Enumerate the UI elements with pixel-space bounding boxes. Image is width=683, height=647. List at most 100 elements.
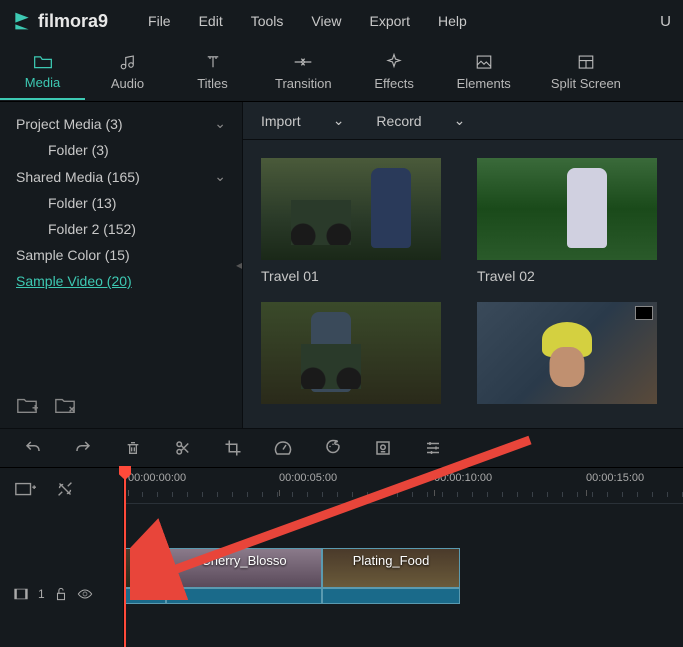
app-logo: filmora9 xyxy=(12,11,108,32)
record-label: Record xyxy=(376,113,421,129)
thumbnail xyxy=(261,302,441,404)
audio-clip-2[interactable] xyxy=(166,588,322,604)
tree-shared-media[interactable]: Shared Media (165) ⌄ xyxy=(0,163,242,190)
color-icon[interactable] xyxy=(324,439,342,457)
music-note-icon xyxy=(118,52,138,72)
ruler-tick: 00:00:10:00 xyxy=(434,472,492,484)
tab-media[interactable]: Media xyxy=(0,43,85,100)
ruler-tick: 00:00:00:00 xyxy=(128,472,186,484)
tree-label: Sample Color (15) xyxy=(16,247,130,263)
tab-elements[interactable]: Elements xyxy=(437,44,531,99)
tree-folder2-152[interactable]: Folder 2 (152) xyxy=(0,216,242,242)
tree-folder-3[interactable]: Folder (3) xyxy=(0,137,242,163)
playhead[interactable] xyxy=(124,468,126,647)
speed-icon[interactable] xyxy=(274,439,292,457)
media-label: Travel 02 xyxy=(477,268,665,284)
user-initial[interactable]: U xyxy=(660,13,671,30)
collapse-handle-icon[interactable]: ◂ xyxy=(236,258,242,272)
tab-splitscreen[interactable]: Split Screen xyxy=(531,44,641,99)
tab-splitscreen-label: Split Screen xyxy=(551,76,621,91)
menu-tools[interactable]: Tools xyxy=(239,7,296,35)
thumbnail xyxy=(477,158,657,260)
audio-clip-1[interactable] xyxy=(124,588,166,604)
thumbnail xyxy=(261,158,441,260)
lock-icon[interactable] xyxy=(55,587,67,601)
splitscreen-icon xyxy=(576,52,596,72)
tree-sample-video[interactable]: Sample Video (20) xyxy=(0,268,242,294)
add-track-icon[interactable] xyxy=(14,478,36,500)
delete-folder-icon[interactable] xyxy=(54,394,76,416)
text-icon xyxy=(203,52,223,72)
chevron-down-icon: ⌄ xyxy=(454,112,466,129)
tree-folder-13[interactable]: Folder (13) xyxy=(0,190,242,216)
menu-help[interactable]: Help xyxy=(426,7,479,35)
delete-icon[interactable] xyxy=(124,439,142,457)
image-icon xyxy=(474,52,494,72)
tree-label: Folder (3) xyxy=(48,142,109,158)
menu-view[interactable]: View xyxy=(299,7,353,35)
filmstrip-icon xyxy=(14,588,28,600)
tab-audio[interactable]: Audio xyxy=(85,44,170,99)
menu-file[interactable]: File xyxy=(136,7,183,35)
crop-icon[interactable] xyxy=(224,439,242,457)
track-number: 1 xyxy=(38,587,45,601)
tab-effects-label: Effects xyxy=(374,76,414,91)
chevron-down-icon: ⌄ xyxy=(214,115,226,132)
time-ruler[interactable]: 00:00:00:00 00:00:05:00 00:00:10:00 00:0… xyxy=(124,468,683,504)
media-item-3[interactable] xyxy=(261,302,449,412)
thumbnail xyxy=(477,302,657,404)
undo-icon[interactable] xyxy=(24,439,42,457)
tree-label: Folder 2 (152) xyxy=(48,221,136,237)
tab-titles[interactable]: Titles xyxy=(170,44,255,99)
audio-clip-3[interactable] xyxy=(322,588,460,604)
tab-media-label: Media xyxy=(25,75,60,90)
tree-project-media[interactable]: Project Media (3) ⌄ xyxy=(0,110,242,137)
tree-label: Project Media (3) xyxy=(16,116,123,132)
media-panel: Import ⌄ Record ⌄ Travel 01 Travel 02 xyxy=(243,102,683,428)
greenscreen-icon[interactable] xyxy=(374,439,392,457)
transition-icon xyxy=(293,52,313,72)
import-label: Import xyxy=(261,113,301,129)
menu-export[interactable]: Export xyxy=(358,7,422,35)
tab-titles-label: Titles xyxy=(197,76,228,91)
redo-icon[interactable] xyxy=(74,439,92,457)
media-tree: Project Media (3) ⌄ Folder (3) Shared Me… xyxy=(0,102,243,428)
tab-transition[interactable]: Transition xyxy=(255,44,352,99)
video-track[interactable]: T Cherry_Blosso Plating_Food xyxy=(124,548,683,608)
clip-1[interactable]: T xyxy=(124,548,166,588)
filmstrip-icon xyxy=(635,306,653,320)
folder-icon xyxy=(33,51,53,71)
media-item-travel01[interactable]: Travel 01 xyxy=(261,158,449,284)
import-dropdown[interactable]: Import ⌄ xyxy=(261,112,344,129)
menu-edit[interactable]: Edit xyxy=(187,7,235,35)
tab-effects[interactable]: Effects xyxy=(352,44,437,99)
track-header: 1 xyxy=(14,587,93,601)
ruler-tick: 00:00:05:00 xyxy=(279,472,337,484)
tab-elements-label: Elements xyxy=(457,76,511,91)
media-item-travel02[interactable]: Travel 02 xyxy=(477,158,665,284)
split-icon[interactable] xyxy=(174,439,192,457)
timeline-left-panel: 1 xyxy=(0,468,124,647)
edit-toolbar xyxy=(0,428,683,468)
adjust-icon[interactable] xyxy=(424,439,442,457)
clip-plating-food[interactable]: Plating_Food xyxy=(322,548,460,588)
eye-icon[interactable] xyxy=(77,588,93,600)
record-dropdown[interactable]: Record ⌄ xyxy=(376,112,465,129)
menubar: filmora9 File Edit Tools View Export Hel… xyxy=(0,0,683,42)
chevron-down-icon: ⌄ xyxy=(214,168,226,185)
timeline-tracks[interactable]: 00:00:00:00 00:00:05:00 00:00:10:00 00:0… xyxy=(124,468,683,647)
tree-label: Sample Video (20) xyxy=(16,273,132,289)
app-name: filmora9 xyxy=(38,11,108,32)
media-label: Travel 01 xyxy=(261,268,449,284)
tab-transition-label: Transition xyxy=(275,76,332,91)
chevron-down-icon: ⌄ xyxy=(333,112,345,129)
media-toolbar: Import ⌄ Record ⌄ xyxy=(243,102,683,140)
clip-cherry-blossom[interactable]: Cherry_Blosso xyxy=(166,548,322,588)
tree-sample-color[interactable]: Sample Color (15) xyxy=(0,242,242,268)
main-tabs: Media Audio Titles Transition Effects El… xyxy=(0,42,683,102)
unlink-icon[interactable] xyxy=(54,478,76,500)
media-item-4[interactable] xyxy=(477,302,665,412)
tree-label: Folder (13) xyxy=(48,195,116,211)
new-folder-icon[interactable] xyxy=(16,394,38,416)
tab-audio-label: Audio xyxy=(111,76,144,91)
